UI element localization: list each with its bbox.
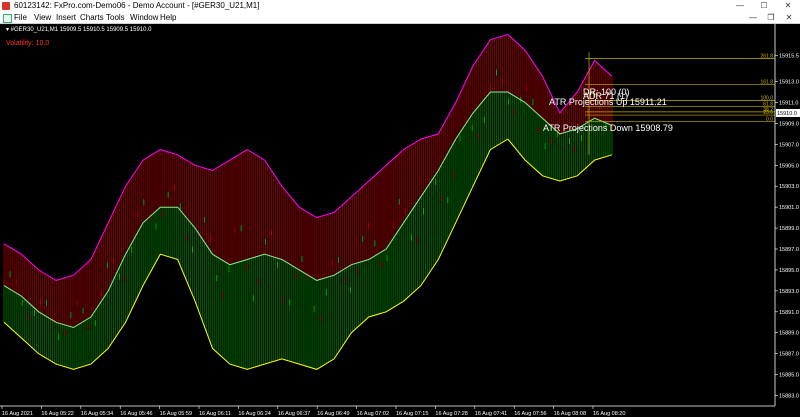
y-tick-label: 15897.0 bbox=[779, 247, 799, 253]
mdi-close-button[interactable]: ✕ bbox=[782, 12, 796, 23]
y-tick-label: 15911.0 bbox=[779, 100, 798, 106]
fib-label: 0.0 bbox=[766, 116, 773, 122]
y-tick-label: 15889.0 bbox=[779, 331, 799, 337]
menu-file[interactable]: File bbox=[14, 12, 27, 23]
fib-label: 100.0 bbox=[760, 95, 773, 101]
y-tick-label: 15903.0 bbox=[779, 184, 799, 190]
chart-area[interactable]: 261.8 161.8 100.0 61.8 38.2 23.6 0.0 15915.5 15… bbox=[0, 24, 800, 417]
fib-label: 261.8 bbox=[760, 54, 773, 60]
y-tick-label: 15901.0 bbox=[779, 205, 799, 211]
menu-bar: File View Insert Charts Tools Window Hel… bbox=[0, 12, 800, 24]
window-titlebar: 60123142: FxPro.com-Demo06 - Demo Accoun… bbox=[0, 0, 800, 12]
x-tick-label: 16 Aug 06:37 bbox=[278, 411, 310, 417]
chart-window-icon[interactable] bbox=[3, 14, 12, 23]
chart-header: ▾ #GER30_U21,M1 15909.5 15910.5 15909.5 … bbox=[6, 27, 152, 33]
volatility-label: Volatility: 10.0 bbox=[6, 40, 49, 47]
x-tick-label: 16 Aug 06:49 bbox=[317, 411, 349, 417]
y-tick-label: 15885.0 bbox=[779, 373, 799, 379]
fib-label: 23.6 bbox=[763, 110, 773, 116]
y-tick-label: 15909.0 bbox=[779, 121, 799, 127]
x-tick-label: 16 Aug 05:34 bbox=[81, 411, 113, 417]
fib-label: 161.8 bbox=[760, 80, 773, 86]
x-tick-label: 16 Aug 07:28 bbox=[435, 411, 467, 417]
x-tick-label: 16 Aug 07:15 bbox=[396, 411, 428, 417]
mdi-restore-button[interactable]: ❐ bbox=[764, 12, 778, 23]
x-tick-label: 16 Aug 07:56 bbox=[514, 411, 546, 417]
minimize-button[interactable]: — bbox=[728, 0, 752, 12]
menu-help[interactable]: Help bbox=[160, 12, 176, 23]
window-title: 60123142: FxPro.com-Demo06 - Demo Accoun… bbox=[14, 1, 260, 10]
x-tick-label: 16 Aug 08:08 bbox=[554, 411, 586, 417]
x-tick-label: 16 Aug 2021 bbox=[2, 411, 33, 417]
y-tick-label: 15893.0 bbox=[779, 289, 799, 295]
y-tick-label: 15899.0 bbox=[779, 226, 799, 232]
y-tick-label: 15907.0 bbox=[779, 142, 799, 148]
y-tick-label: 15883.0 bbox=[779, 394, 799, 400]
menu-charts[interactable]: Charts bbox=[80, 12, 104, 23]
x-tick-label: 16 Aug 08:20 bbox=[593, 411, 625, 417]
menu-insert[interactable]: Insert bbox=[56, 12, 76, 23]
mdi-minimize-button[interactable]: — bbox=[746, 12, 760, 23]
x-tick-label: 16 Aug 05:59 bbox=[160, 411, 192, 417]
menu-view[interactable]: View bbox=[34, 12, 51, 23]
x-tick-label: 16 Aug 05:46 bbox=[120, 411, 152, 417]
y-tick-label: 15895.0 bbox=[779, 268, 799, 274]
app-icon bbox=[2, 2, 10, 10]
x-tick-label: 16 Aug 05:22 bbox=[41, 411, 73, 417]
menu-window[interactable]: Window bbox=[130, 12, 158, 23]
y-tick-label: 15915.5 bbox=[779, 53, 799, 59]
y-tick-label: 15891.0 bbox=[779, 310, 799, 316]
price-chart[interactable]: 261.8161.8100.061.838.223.60.0 15915.515… bbox=[0, 24, 800, 417]
menu-tools[interactable]: Tools bbox=[106, 12, 125, 23]
y-tick-label: 15887.0 bbox=[779, 352, 799, 358]
y-tick-label: 15905.0 bbox=[779, 163, 799, 169]
current-price-label: 15910.0 bbox=[777, 111, 797, 117]
atr-up-annotation: ATR Projections Up 15911.21 bbox=[549, 97, 667, 107]
atr-down-annotation: ATR Projections Down 15908.79 bbox=[543, 123, 673, 133]
x-tick-label: 16 Aug 07:41 bbox=[475, 411, 507, 417]
close-button[interactable]: ✕ bbox=[776, 0, 800, 12]
x-tick-label: 16 Aug 06:11 bbox=[199, 411, 231, 417]
maximize-button[interactable]: ☐ bbox=[752, 0, 776, 12]
band-fill bbox=[3, 34, 613, 370]
x-tick-label: 16 Aug 07:02 bbox=[357, 411, 389, 417]
x-tick-label: 16 Aug 06:24 bbox=[238, 411, 270, 417]
y-tick-label: 15913.0 bbox=[779, 80, 799, 86]
